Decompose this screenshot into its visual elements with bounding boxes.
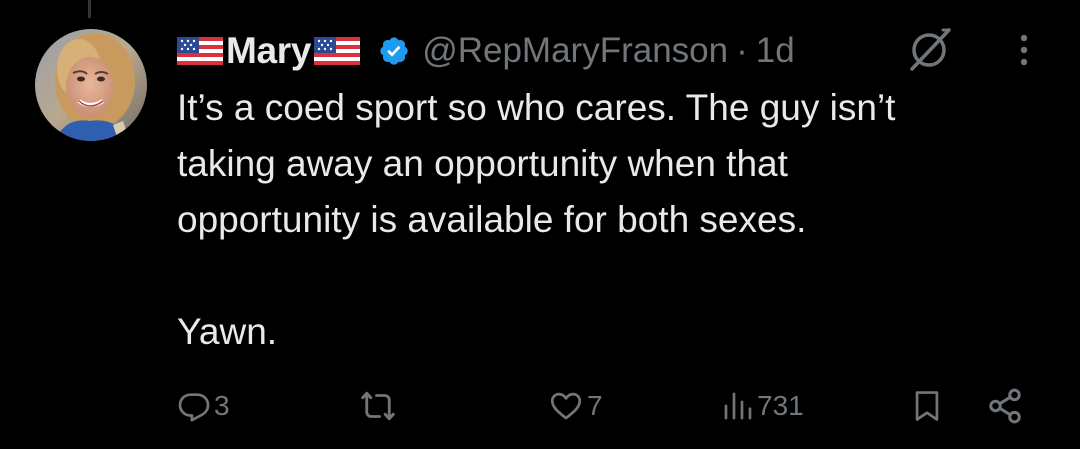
like-count: 7: [587, 390, 603, 421]
share-button[interactable]: [986, 383, 1024, 429]
reply-count: 3: [214, 390, 230, 421]
views-button[interactable]: 731: [722, 383, 804, 429]
timestamp[interactable]: 1d: [756, 31, 795, 71]
action-bar: 3 7 731: [0, 383, 1080, 429]
more-vertical-icon[interactable]: [1012, 30, 1036, 70]
tweet-text: It’s a coed sport so who cares. The guy …: [177, 87, 896, 352]
views-chart-icon: [722, 389, 754, 423]
reply-button[interactable]: 3: [177, 383, 230, 429]
view-count: 731: [757, 390, 804, 421]
grok-icon[interactable]: [903, 23, 955, 75]
thread-line: [88, 0, 91, 18]
share-icon: [986, 387, 1024, 425]
reply-icon: [177, 389, 211, 423]
repost-button[interactable]: [358, 383, 401, 429]
heart-icon: [548, 389, 584, 423]
display-name[interactable]: Mary: [226, 30, 311, 72]
bookmark-button[interactable]: [910, 383, 944, 429]
separator-dot: ·: [736, 31, 748, 70]
verified-badge-icon[interactable]: [378, 35, 410, 67]
repost-icon: [358, 388, 398, 424]
bookmark-icon: [910, 387, 944, 425]
avatar[interactable]: [35, 29, 147, 141]
handle[interactable]: @RepMaryFranson: [422, 31, 728, 71]
us-flag-icon: [177, 35, 223, 67]
like-button[interactable]: 7: [548, 383, 603, 429]
tweet-header: Mary @RepMaryFranson · 1d: [177, 26, 795, 76]
us-flag-icon: [314, 35, 361, 67]
